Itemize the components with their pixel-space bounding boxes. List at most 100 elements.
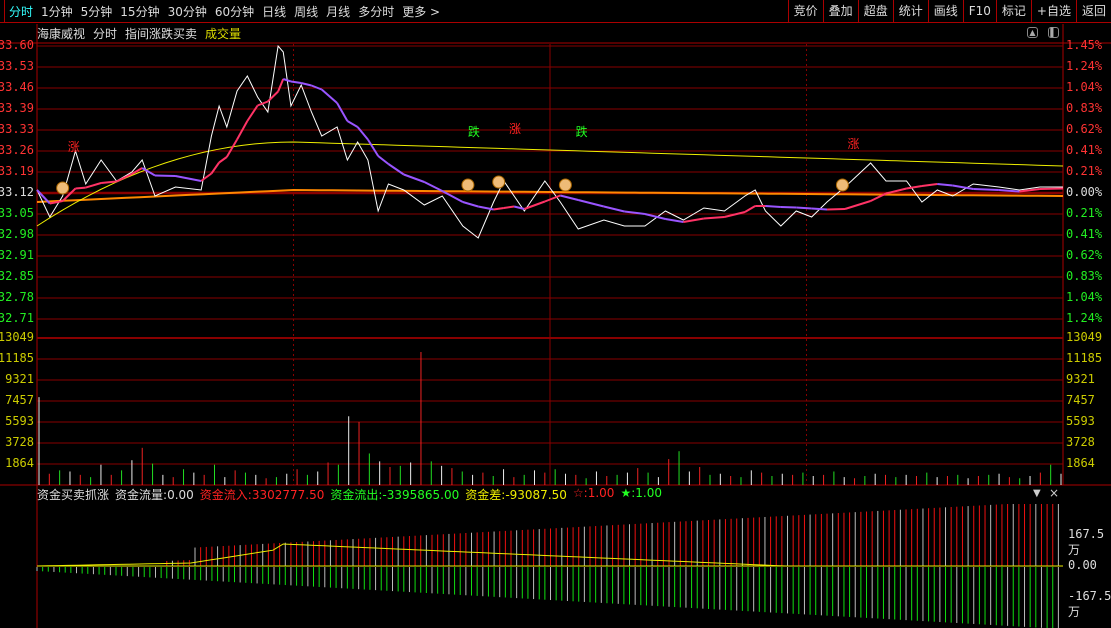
average-price-segment [218, 156, 228, 164]
average-price-segment [75, 186, 86, 190]
pct-tick: 0.62% [1066, 248, 1103, 262]
average-price-segment [423, 181, 443, 192]
average-price-segment [200, 172, 213, 182]
average-price-segment [277, 78, 285, 92]
money-bag-icon [558, 178, 572, 192]
price-tick: 32.71 [0, 311, 34, 325]
price-tick: 33.39 [0, 101, 34, 115]
volume-tick-right: 7457 [1066, 393, 1095, 407]
volume-tick: 1864 [5, 456, 34, 470]
volume-tick-right: 13049 [1066, 330, 1103, 344]
pct-tick: 1.04% [1066, 290, 1103, 304]
pct-tick: 0.21% [1066, 206, 1103, 220]
average-price-segment [811, 207, 828, 211]
signal-marker: 跌 [468, 124, 480, 139]
pct-tick: 1.24% [1066, 311, 1103, 325]
pct-tick: 1.24% [1066, 59, 1103, 73]
average-price-segment [780, 206, 797, 209]
volume-tick-right: 9321 [1066, 372, 1095, 386]
average-price-segment [175, 175, 202, 182]
average-price-segment [321, 88, 338, 104]
volume-tick: 13049 [0, 330, 34, 344]
fund-tick: 0.00 [1068, 558, 1097, 572]
average-price-segment [524, 200, 546, 210]
average-price-segment [577, 199, 605, 208]
average-price-segment [560, 194, 579, 201]
intraday-chart[interactable]: 涨跌涨跌涨 [0, 0, 1111, 628]
volume-tick: 7457 [5, 393, 34, 407]
pct-tick: 0.21% [1066, 164, 1103, 178]
average-price-segment [844, 200, 871, 210]
fund-tick: -167.5万 [1068, 589, 1111, 619]
price-tick: 33.26 [0, 143, 34, 157]
average-price-segment [116, 173, 133, 183]
price-tick: 32.98 [0, 227, 34, 241]
price-tick: 32.85 [0, 269, 34, 283]
money-bag-icon [56, 181, 70, 195]
volume-tick: 11185 [0, 351, 34, 365]
fund-tick: 167.5万 [1068, 527, 1105, 557]
average-price-segment [346, 120, 359, 128]
average-price-segment [246, 104, 259, 122]
average-price-segment [921, 183, 938, 187]
price-tick: 32.78 [0, 290, 34, 304]
volume-tick: 9321 [5, 372, 34, 386]
price-tick: 33.05 [0, 206, 34, 220]
pct-tick: 0.83% [1066, 269, 1103, 283]
average-price-segment [937, 183, 953, 187]
average-price-segment [493, 207, 504, 211]
average-price-segment [665, 218, 684, 223]
signal-marker: 涨 [68, 139, 80, 154]
pct-tick: 1.04% [1066, 80, 1103, 94]
average-price-segment [300, 82, 312, 87]
price-tick: 33.46 [0, 80, 34, 94]
average-price-segment [503, 205, 515, 209]
pct-tick: 0.00% [1066, 185, 1103, 199]
pct-tick: 1.45% [1066, 38, 1103, 52]
average-price-segment [336, 102, 349, 122]
average-price-segment [154, 174, 176, 177]
average-price-segment [403, 173, 425, 183]
pct-tick: 0.41% [1066, 143, 1103, 157]
price-tick: 33.19 [0, 164, 34, 178]
average-price-segment [744, 205, 756, 213]
money-bag-icon [461, 178, 475, 192]
average-price-segment [1039, 187, 1064, 190]
signal-marker: 涨 [509, 121, 521, 136]
volume-tick-right: 11185 [1066, 351, 1103, 365]
average-price-segment [603, 205, 625, 213]
price-tick: 33.53 [0, 59, 34, 73]
signal-marker: 跌 [576, 124, 588, 139]
average-price-segment [356, 126, 369, 141]
average-price-segment [282, 78, 292, 83]
average-price-segment [796, 206, 812, 210]
price-tick: 33.33 [0, 122, 34, 136]
volume-tick-right: 1864 [1066, 456, 1095, 470]
average-price-segment [290, 80, 302, 84]
average-price-segment [826, 208, 846, 211]
average-price-segment [906, 185, 923, 190]
money-bag-icon [835, 178, 849, 192]
average-price-segment [973, 188, 999, 191]
average-price-segment [703, 216, 725, 220]
average-price-segment [267, 90, 279, 103]
volume-tick-right: 5593 [1066, 414, 1095, 428]
average-price-segment [462, 201, 479, 208]
pct-tick: 0.41% [1066, 227, 1103, 241]
signal-marker: 涨 [848, 136, 860, 151]
average-price-segment [387, 163, 405, 176]
average-price-segment [998, 189, 1020, 193]
money-bag-icon [492, 175, 506, 189]
average-price-segment [85, 182, 102, 189]
average-price-segment [683, 217, 705, 223]
average-price-segment [225, 138, 238, 158]
pct-tick: 0.62% [1066, 122, 1103, 136]
price-tick: 32.91 [0, 248, 34, 262]
average-price-segment [377, 155, 390, 165]
pct-tick: 0.83% [1066, 101, 1103, 115]
price-tick: 33.60 [0, 38, 34, 52]
volume-tick: 5593 [5, 414, 34, 428]
price-tick: 33.12 [0, 185, 34, 199]
fund-diff-line [36, 543, 1063, 567]
volume-tick-right: 3728 [1066, 435, 1095, 449]
